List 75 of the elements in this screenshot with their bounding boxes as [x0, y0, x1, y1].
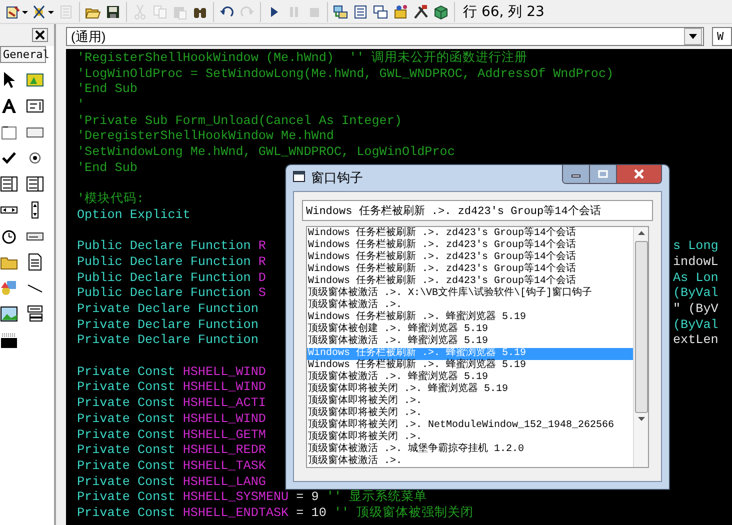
minimize-button[interactable] [563, 165, 590, 183]
list-item[interactable]: 顶级窗体即将被关闭 .>. 蜂蜜浏览器 5.19 [307, 384, 633, 396]
code-line-fragment: (ByVal [673, 286, 718, 300]
code-line: Private Const HSHELL_REDR [77, 443, 266, 458]
code-line-fragment: " (ByV [673, 302, 718, 316]
code-line: Private Const HSHELL_WIND [77, 412, 266, 426]
code-line: Public Declare Function R [77, 254, 266, 269]
code-line: 'Private Sub Form_Unload(Cancel As Integer) [77, 114, 402, 128]
code-line: Private Const HSHELL_WIND [77, 380, 266, 394]
list-item[interactable]: 顶级窗体即将被关闭 .>. [307, 408, 633, 420]
list-item[interactable]: Windows 任务栏被刷新 .>. zd423's Group等14个会话 [307, 276, 633, 288]
close-icon[interactable] [32, 28, 48, 42]
list-item[interactable]: 顶级窗体被激活 .>. [307, 456, 633, 467]
picture-icon[interactable] [26, 71, 44, 89]
code-line: ' [77, 98, 85, 112]
code-line: Private Const HSHELL_SYSMENU = 9 '' 显示系统菜单 [77, 490, 428, 504]
list-item[interactable]: 顶级窗体即将被关闭 .>. [307, 396, 633, 408]
list-item[interactable]: Windows 任务栏被刷新 .>. 蜂蜜浏览器 5.19 [307, 312, 633, 324]
list-item[interactable]: 顶级窗体被激活 .>. 蜂蜜浏览器 5.19 [307, 336, 633, 348]
maximize-button[interactable] [590, 165, 617, 183]
code-line: 'End Sub [77, 82, 138, 96]
label-tool-icon[interactable] [0, 97, 18, 115]
toolbox-tab[interactable]: General [0, 46, 46, 63]
code-line: Private Const HSHELL_WIND [77, 364, 266, 379]
code-line: Option Explicit [77, 208, 190, 222]
list-tool-icon[interactable] [26, 175, 44, 193]
code-line: 'DeregisterShellHookWindow Me.hWnd [77, 129, 334, 144]
list-item[interactable]: 顶级窗体被激活 .>. 城堡争霸掠夺挂机 1.2.0 [307, 444, 633, 456]
code-line: Private Const HSHELL_ENDTASK = 10 '' 顶级窗体被强制关闭 [77, 506, 474, 520]
list-item[interactable]: 顶级窗体被激活 .>. [307, 300, 633, 312]
code-line-fragment: s Long [673, 239, 718, 254]
list-item[interactable]: 顶级窗体即将被关闭 .>. NetModuleWindow_152_1948_262566 [307, 420, 633, 432]
window-title: 窗口钩子 [311, 170, 363, 187]
code-line: 'RegisterShellHookWindow (Me.hWnd) '' 调用未公开的函数进行注册 [77, 51, 528, 65]
code-line: Private Declare Function [77, 318, 258, 332]
code-line: Private Const HSHELL_ACTI [77, 396, 266, 410]
code-line: Public Declare Function R [77, 239, 266, 254]
shapes-icon[interactable] [0, 279, 18, 297]
close-icon [633, 169, 645, 179]
message-field[interactable]: Windows 任务栏被刷新 .>. zd423's Group等14个会话 [302, 200, 653, 221]
image-icon[interactable] [0, 305, 18, 323]
list-item[interactable]: 顶级窗体被激活 .>. X:\VB文件库\试验软件\[钩子]窗口钩子 [307, 288, 633, 300]
maximize-icon [598, 170, 608, 178]
list-item[interactable]: Windows 任务栏被刷新 .>. zd423's Group等14个会话 [307, 264, 633, 276]
file-icon[interactable] [26, 253, 44, 271]
code-line: Private Declare Function [77, 333, 258, 348]
cursor-position: 行 66, 列 23 [463, 2, 544, 20]
code-line: Public Declare Function D [77, 270, 266, 285]
code-line: Public Declare Function S [77, 286, 266, 300]
code-line: Private Const HSHELL_LANG [77, 474, 266, 489]
code-line: Private Declare Function [77, 302, 258, 316]
list-item[interactable]: Windows 任务栏被刷新 .>. zd423's Group等14个会话 [307, 252, 633, 264]
code-line-fragment: indowL [673, 254, 718, 269]
scroll-down-icon[interactable] [638, 417, 644, 421]
scroll-up-icon[interactable] [638, 231, 644, 235]
textbox-tool-icon[interactable] [26, 97, 44, 115]
code-line-fragment: (ByVal [673, 318, 718, 332]
code-line-fragment: As Lon [673, 270, 718, 285]
code-line: '模块代码: [77, 192, 144, 206]
list-item[interactable]: 顶级窗体即将被关闭 .>. [307, 432, 633, 444]
list-item[interactable]: 顶级窗体被激活 .>. 蜂蜜浏览器 5.19 [307, 372, 633, 384]
code-line: 'LogWinOldProc = SetWindowLong(Me.hWnd, GWL_WNDPROC, AddressOf WndProc) [77, 66, 614, 81]
code-line-fragment: extLen [673, 333, 718, 348]
code-line: 'SetWindowLong Me.hWnd, GWL_WNDPROC, LogWinOldProc [77, 145, 455, 160]
combo-tool-icon[interactable] [0, 175, 18, 193]
close-button[interactable] [617, 165, 661, 183]
object-dropdown[interactable]: (通用) [66, 27, 704, 46]
list-item[interactable]: Windows 任务栏被刷新 .>. 蜂蜜浏览器 5.19 [307, 360, 633, 372]
list-item[interactable]: 顶级窗体被创建 .>. 蜂蜜浏览器 5.19 [307, 324, 633, 336]
code-line: 'End Sub [77, 160, 138, 175]
code-line: Private Const HSHELL_GETM [77, 428, 266, 442]
scrollbar[interactable] [633, 227, 648, 467]
code-line: Private Const HSHELL_TASK [77, 458, 266, 473]
procedure-dropdown[interactable]: W [712, 27, 732, 46]
list-item[interactable]: Windows 任务栏被刷新 .>. zd423's Group等14个会话 [307, 240, 633, 252]
